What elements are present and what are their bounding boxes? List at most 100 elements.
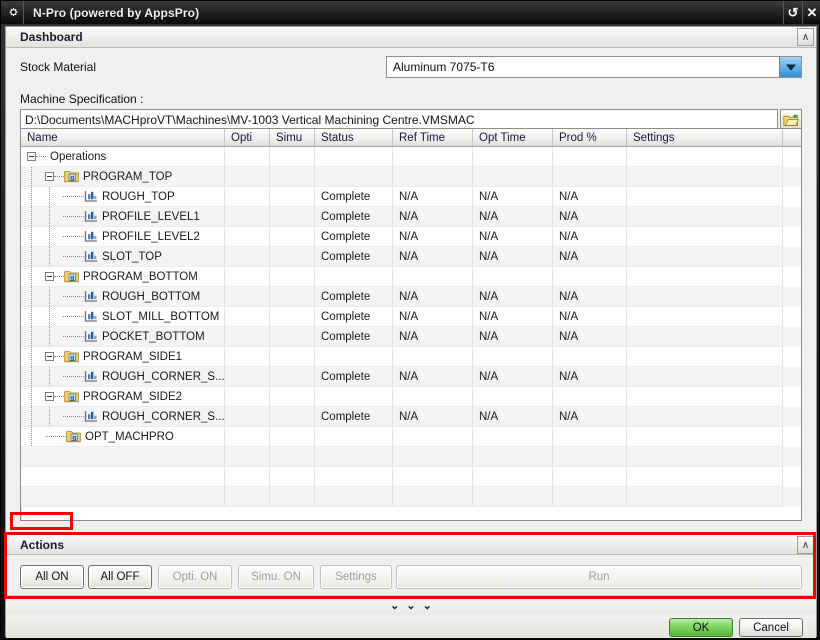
tree-node-label: PROFILE_LEVEL1 [102,210,200,223]
svg-text:g: g [70,394,74,401]
window-controls: ↺ ✕ [783,1,820,24]
operation-icon [84,410,98,423]
restore-icon[interactable]: ↺ [783,1,802,24]
tree-collapse-icon[interactable] [45,272,54,281]
tree-guide-line [49,367,50,386]
tree-node-name: PROFILE_LEVEL2 [21,227,225,247]
column-header-prod[interactable]: Prod % [553,129,627,146]
tree-guide-dots [45,436,66,437]
chevron-down-icon[interactable] [779,57,801,77]
cancel-button[interactable]: Cancel [739,618,803,637]
ok-button[interactable]: OK [669,618,733,637]
close-icon[interactable]: ✕ [802,1,820,24]
column-header-name[interactable]: Name [21,129,225,146]
machine-spec-input[interactable]: D:\Documents\MACHproVT\Machines\MV-1003 … [20,109,778,130]
chevron-down-icon[interactable]: ⌄ [423,599,432,612]
tree-guide-line [49,207,50,226]
tree-node-name: POCKET_BOTTOM [21,327,225,347]
gear-icon[interactable] [1,1,24,24]
cell-prod: N/A [553,187,627,207]
column-header-opti[interactable]: Opti [225,129,270,146]
tree-guide-line [31,187,32,206]
dashboard-collapse-icon[interactable]: ∧ [797,28,814,46]
cell-prod [553,467,627,487]
table-row[interactable]: g PROGRAM_BOTTOM [21,267,801,287]
table-row[interactable]: ROUGH_BOTTOM Complete N/A N/A N/A [21,287,801,307]
cell-opt: N/A [473,247,553,267]
actions-collapse-icon[interactable]: ∧ [797,536,814,554]
tree-guide-line [31,347,32,366]
operation-icon [84,310,98,323]
cell-status [315,467,393,487]
table-row[interactable] [21,447,801,467]
table-row[interactable]: g PROGRAM_SIDE2 [21,387,801,407]
table-row[interactable]: POCKET_BOTTOM Complete N/A N/A N/A [21,327,801,347]
client-area: Dashboard ∧ Stock Material Aluminum 7075… [5,26,817,638]
tree-guide-line [49,327,50,346]
stock-material-select[interactable]: Aluminum 7075-T6 [386,56,802,78]
column-header-ref[interactable]: Ref Time [393,129,473,146]
tree-collapse-icon[interactable] [45,352,54,361]
tree-node-name: ROUGH_TOP [21,187,225,207]
column-header-opt[interactable]: Opt Time [473,129,553,146]
table-row[interactable]: g OPT_MACHPRO [21,427,801,447]
cell-simu [270,267,315,287]
table-row[interactable]: SLOT_TOP Complete N/A N/A N/A [21,247,801,267]
cell-ref: N/A [393,307,473,327]
tree-node-label: PROGRAM_SIDE1 [83,350,183,363]
column-header-settings[interactable]: Settings [627,129,783,146]
tree-collapse-icon[interactable] [45,172,54,181]
table-body: Operations g PROGRAM_TOP ROUGH_TOP Complete N… [21,147,801,507]
column-header-simu[interactable]: Simu [270,129,315,146]
column-header-status[interactable]: Status [315,129,393,146]
chevron-down-icon[interactable]: ⌄ [406,599,415,612]
table-row[interactable] [21,487,801,507]
tree-collapse-icon[interactable] [27,152,36,161]
table-row[interactable]: g PROGRAM_TOP [21,167,801,187]
cell-ref: N/A [393,407,473,427]
cell-ref: N/A [393,227,473,247]
tree-guide-line [31,227,32,246]
operations-table[interactable]: Name Opti Simu Status Ref Time Opt Time Prod %… [20,128,802,521]
tree-guide-dots [36,156,46,157]
all-off-button[interactable]: All OFF [88,565,152,589]
cell-ref: N/A [393,287,473,307]
cell-ref: N/A [393,327,473,347]
expand-more-chevrons[interactable]: ⌄ ⌄ ⌄ [6,595,816,615]
cell-opti [225,427,270,447]
table-row[interactable] [21,467,801,487]
cell-ref [393,347,473,367]
dialog-footer: OK Cancel [6,617,816,638]
tree-guide-line [31,367,32,386]
table-row[interactable]: PROFILE_LEVEL1 Complete N/A N/A N/A [21,207,801,227]
all-on-button[interactable]: All ON [20,565,84,589]
svg-text:g: g [72,434,76,441]
table-row[interactable]: Operations [21,147,801,167]
table-row[interactable]: ROUGH_CORNER_S... Complete N/A N/A N/A [21,367,801,387]
table-row[interactable]: ROUGH_CORNER_S... Complete N/A N/A N/A [21,407,801,427]
cell-prod [553,147,627,167]
svg-text:g: g [70,274,74,281]
run-button: Run [396,565,802,589]
cell-opt: N/A [473,367,553,387]
tree-collapse-icon[interactable] [45,392,54,401]
cell-simu [270,407,315,427]
table-row[interactable]: g PROGRAM_SIDE1 [21,347,801,367]
actions-section-header[interactable]: Actions ∧ [6,535,816,555]
open-folder-icon[interactable] [780,109,802,130]
cell-opti [225,287,270,307]
tree-node-label: ROUGH_TOP [102,190,175,203]
cell-simu [270,307,315,327]
operation-icon [84,230,98,243]
chevron-down-icon[interactable]: ⌄ [390,599,399,612]
table-row[interactable]: SLOT_MILL_BOTTOM Complete N/A N/A N/A [21,307,801,327]
table-row[interactable]: PROFILE_LEVEL2 Complete N/A N/A N/A [21,227,801,247]
machine-spec-label: Machine Specification : [20,92,144,106]
tree-node-label: ROUGH_CORNER_S... [102,410,225,423]
dashboard-section-header[interactable]: Dashboard ∧ [6,27,816,48]
operation-icon [84,210,98,223]
tree-guide-dots [63,256,84,257]
tree-node-label: Operations [50,150,107,163]
table-row[interactable]: ROUGH_TOP Complete N/A N/A N/A [21,187,801,207]
tree-guide-dots [63,416,84,417]
